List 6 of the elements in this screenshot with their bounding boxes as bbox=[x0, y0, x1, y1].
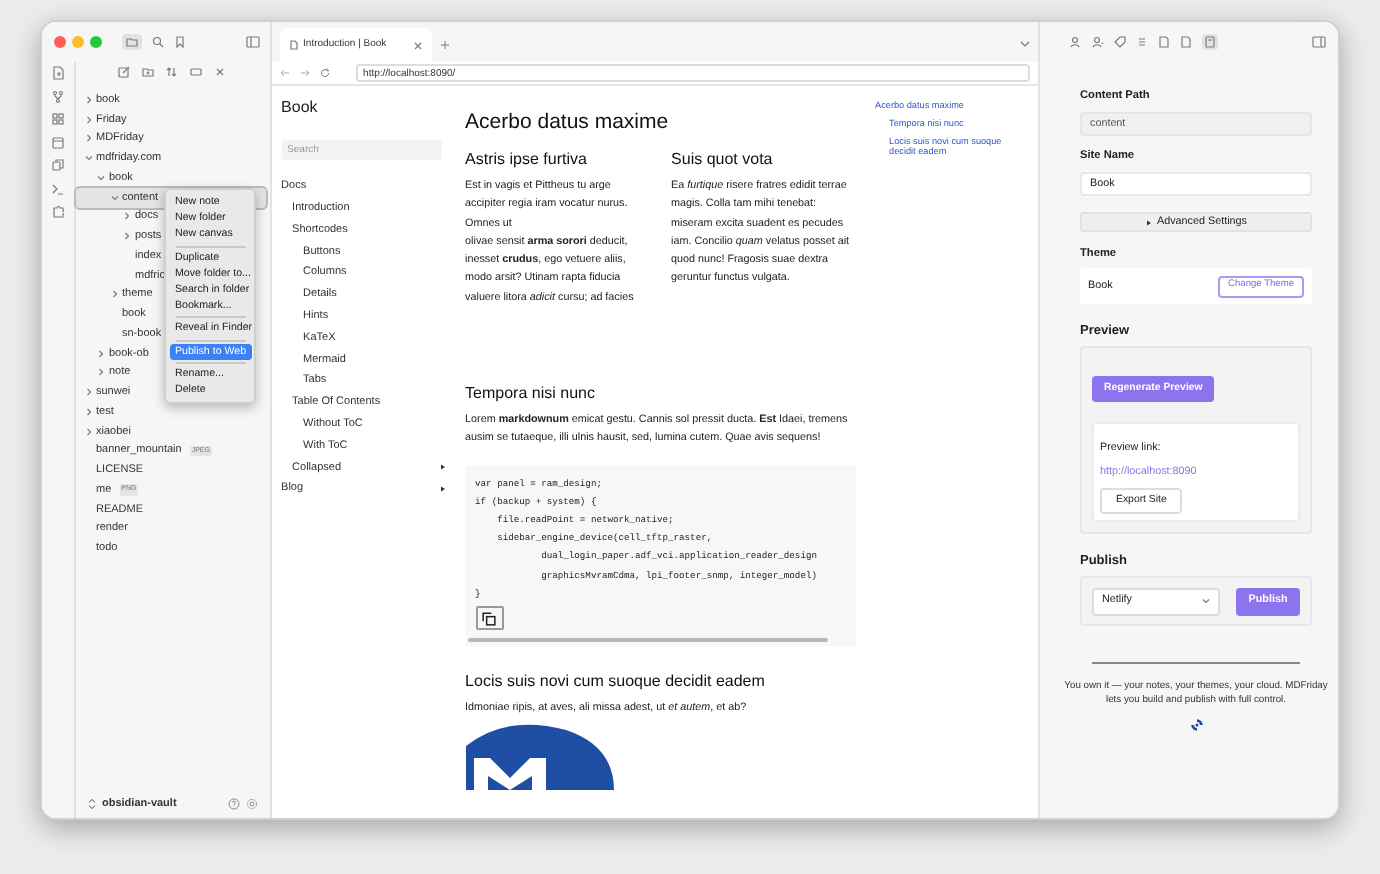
section-heading: Tempora nisi nunc bbox=[465, 384, 597, 405]
section-heading: Suis quot vota bbox=[671, 150, 775, 170]
section-heading: Astris ipse furtiva bbox=[465, 150, 589, 170]
page-heading: Acerbo datus maxime bbox=[465, 110, 671, 134]
section-heading: Locis suis novi cum suoque decidit eadem bbox=[465, 672, 767, 693]
site-title: Book bbox=[281, 96, 320, 120]
